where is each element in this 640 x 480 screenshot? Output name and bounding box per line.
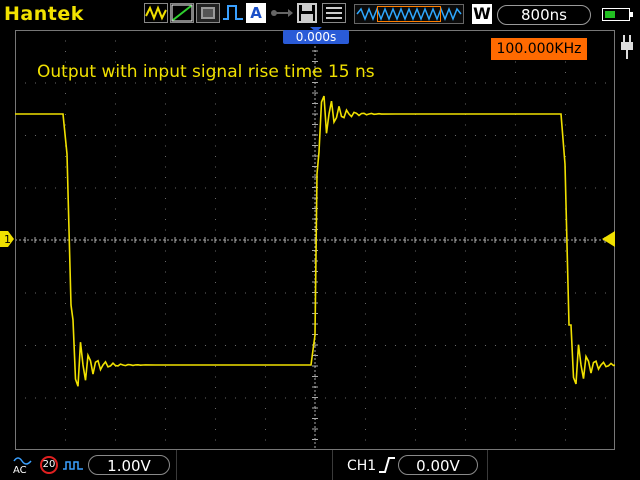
waveform-mode-icon[interactable] [144,3,168,23]
battery-icon [602,8,633,21]
ch1-volts-div[interactable]: 1.00V [88,455,170,475]
divider [332,450,333,480]
ch1-level-marker[interactable]: 1 [0,231,14,247]
persist-icon[interactable] [196,3,220,23]
divider [176,450,177,480]
mode-indicator: W [472,4,492,24]
coupling-label[interactable]: AC [13,466,27,476]
bottom-bar: AC 20 1.00V CH1 0.00V [0,450,640,480]
auto-icon[interactable]: A [246,3,266,23]
brand-logo: Hantek [4,3,84,25]
usb-icon[interactable] [270,3,294,23]
scope-screen[interactable] [15,30,615,450]
save-icon[interactable] [296,3,318,23]
svg-text:1: 1 [4,233,11,246]
ch1-trace [15,95,615,387]
bandwidth-limit-badge[interactable]: 20 [40,456,58,474]
ramp-icon[interactable] [170,3,194,23]
trigger-position-readout[interactable]: 0.000s [283,30,349,44]
trigger-source[interactable]: CH1 [347,458,376,474]
pulse-icon[interactable] [222,3,244,23]
menu-icon[interactable] [322,3,346,23]
divider [487,450,488,480]
frequency-readout: 100.000KHz [491,38,587,60]
invert-icon[interactable] [62,458,84,477]
timebase-display[interactable]: 800ns [497,5,591,25]
rising-edge-icon[interactable] [378,455,396,479]
screen-caption: Output with input signal rise time 15 ns [37,62,375,82]
trigger-level-marker[interactable] [602,231,615,247]
power-plug-icon [617,34,637,60]
memory-window [377,6,441,22]
memory-track-icon[interactable] [354,4,464,24]
top-bar: Hantek A W 800ns [0,0,640,28]
trigger-level-readout[interactable]: 0.00V [398,455,478,475]
ch1-waveform [15,95,615,387]
